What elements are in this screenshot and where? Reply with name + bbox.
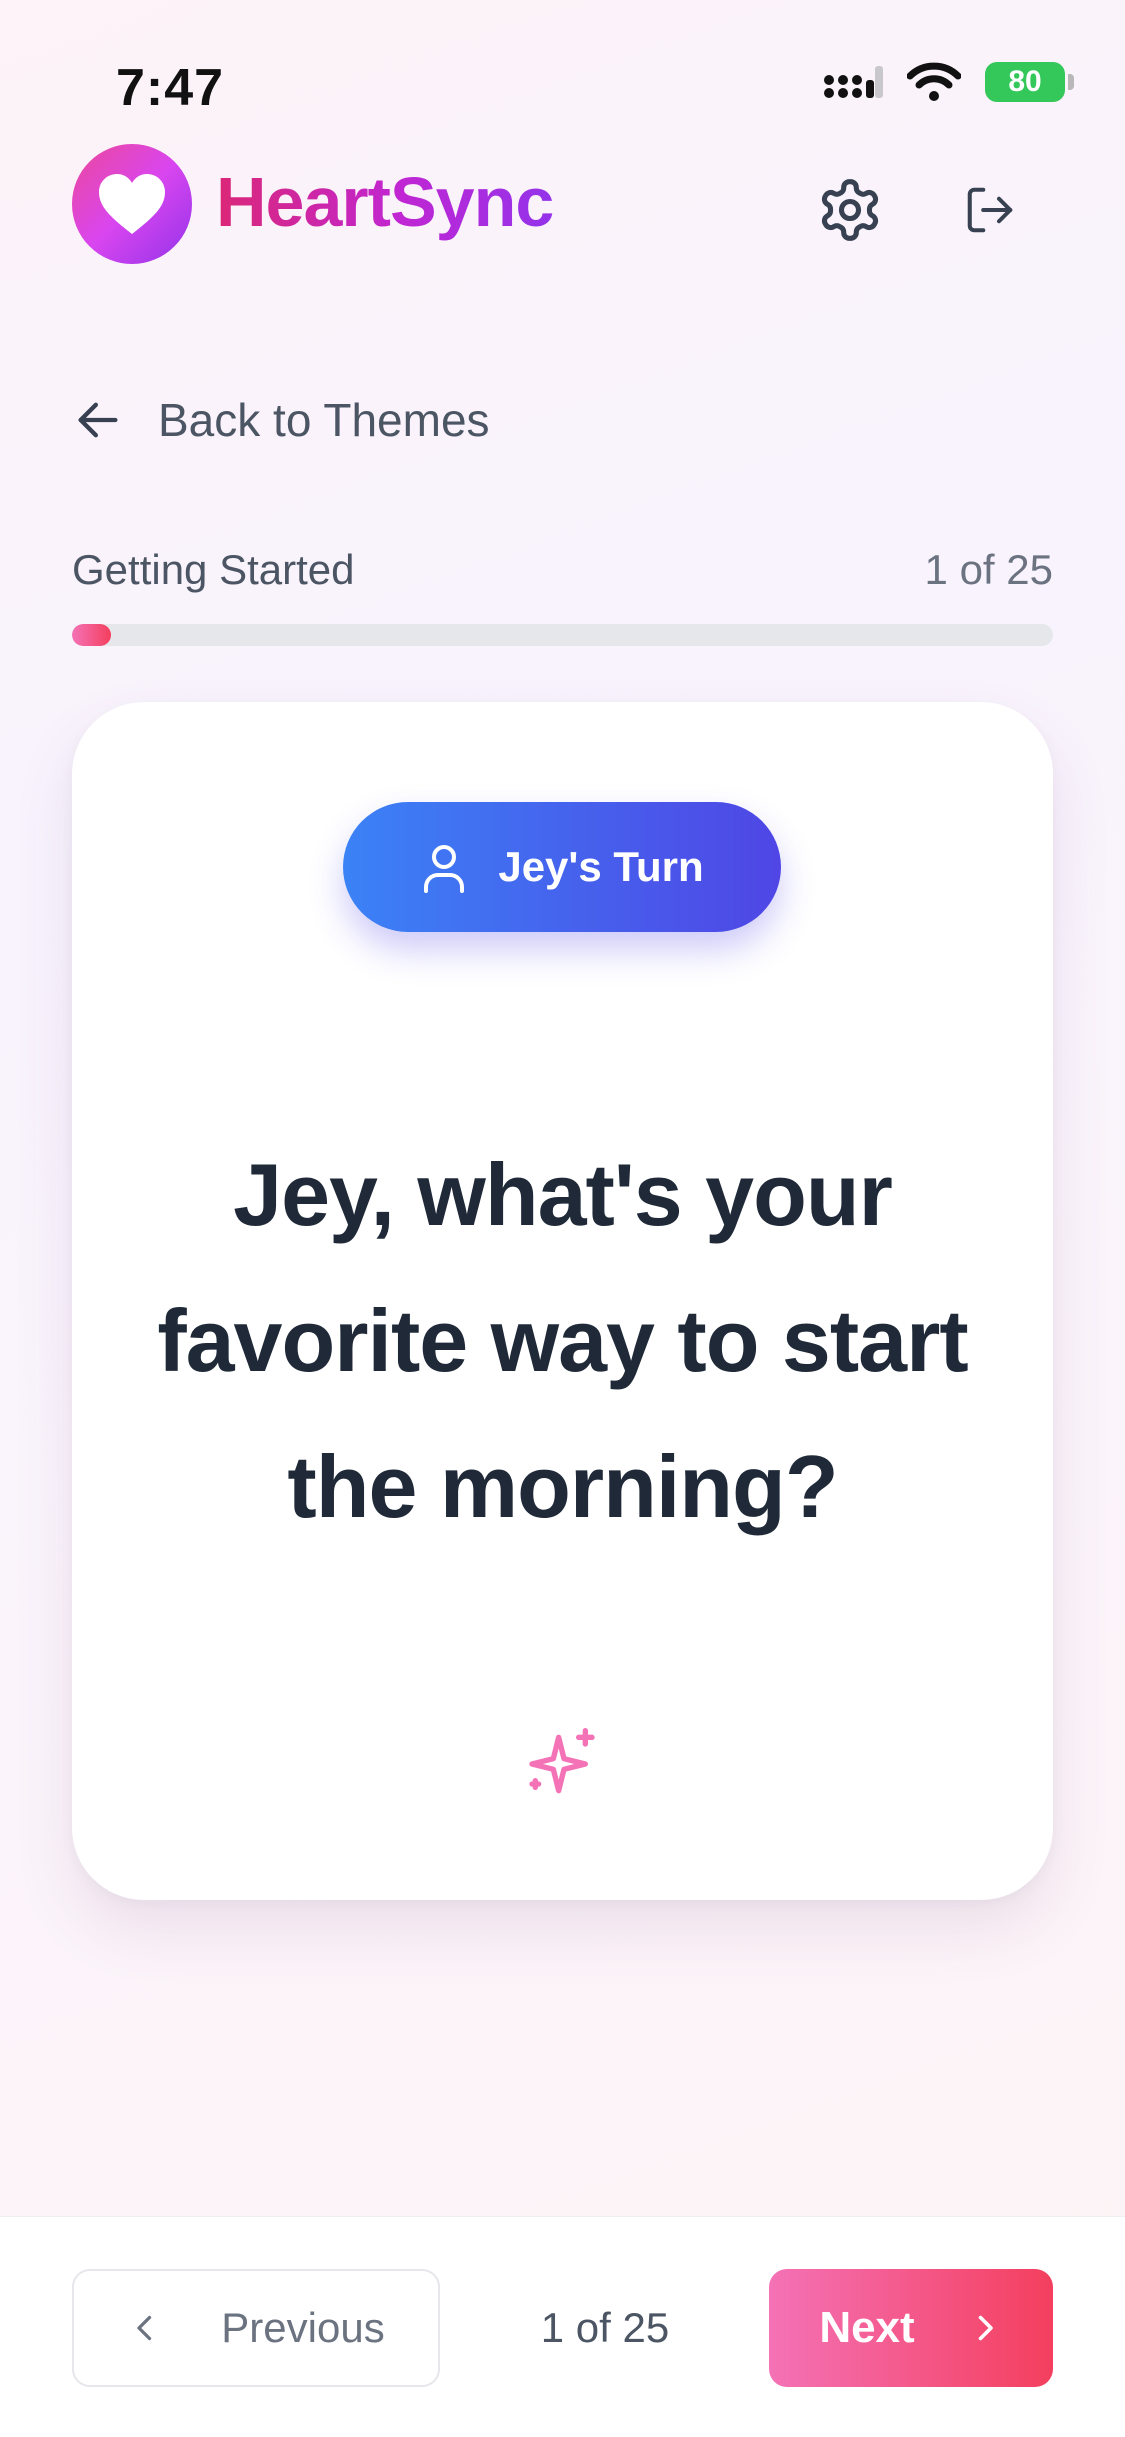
status-bar: 7:47 80 [0, 0, 1125, 130]
progress-count: 1 of 25 [924, 546, 1053, 593]
app-title: HeartSync [216, 163, 554, 241]
wifi-icon [907, 62, 961, 101]
theme-name: Getting Started [72, 546, 355, 593]
question-text: Jey, what's your favorite way to start t… [157, 1145, 968, 1536]
previous-label: Previous [221, 2304, 385, 2351]
arrow-left-icon [78, 402, 118, 438]
previous-button[interactable]: Previous [72, 2269, 440, 2387]
logout-icon [967, 187, 1013, 233]
logout-button[interactable] [950, 170, 1030, 250]
next-button[interactable]: Next [769, 2269, 1053, 2387]
user-icon [424, 845, 465, 893]
bottom-nav-bar: Previous 1 of 25 Next [0, 2216, 1125, 2437]
turn-label: Jey's Turn [498, 843, 704, 890]
chevron-right-icon [978, 2315, 993, 2341]
progress-bar [72, 624, 1053, 646]
next-label: Next [819, 2303, 915, 2352]
progress-fill [72, 624, 112, 646]
turn-badge: Jey's Turn [343, 802, 781, 932]
back-label: Back to Themes [158, 394, 490, 446]
app-logo [72, 144, 192, 264]
signal-icon [824, 66, 883, 98]
chevron-left-icon [137, 2315, 152, 2341]
battery-icon: 80 [985, 62, 1074, 102]
app-header: HeartSync [0, 140, 1125, 270]
back-to-themes-link[interactable]: Back to Themes [72, 384, 490, 456]
page-indicator: 1 of 25 [540, 2304, 670, 2351]
sparkles-icon [529, 1728, 595, 1794]
settings-button[interactable] [810, 170, 890, 250]
battery-level: 80 [1008, 65, 1042, 98]
question-card: Jey's Turn Jey, what's your favorite way… [72, 702, 1053, 1900]
status-time: 7:47 [116, 59, 225, 117]
gear-icon [821, 179, 879, 241]
heart-icon [99, 174, 165, 234]
status-icons: 80 [823, 62, 1074, 102]
